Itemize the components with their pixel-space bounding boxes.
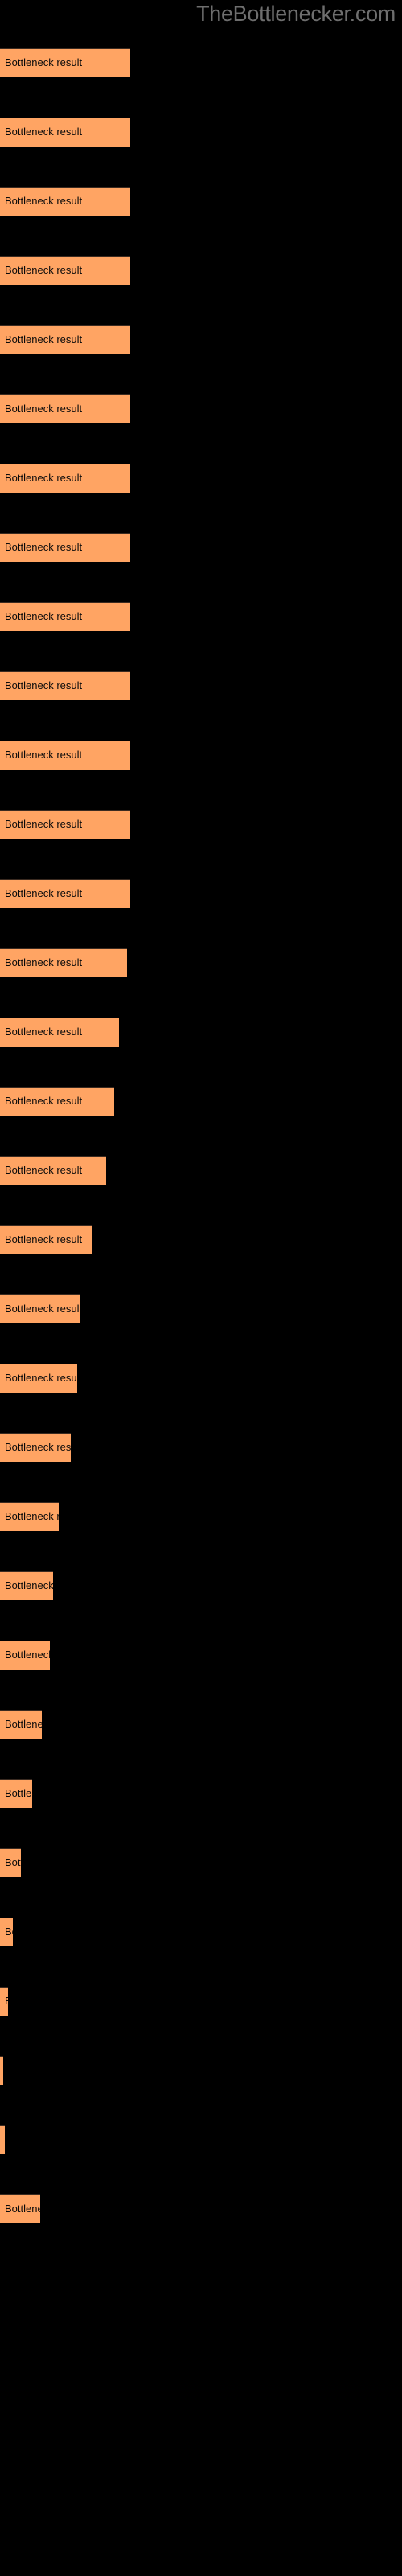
bar-label: Bottleneck result	[5, 1302, 80, 1315]
bar-row: Bottleneck result	[0, 1571, 53, 1600]
site-watermark: TheBottlenecker.com	[196, 2, 396, 26]
bar-row: Bottleneck result	[0, 1641, 50, 1670]
bar-label: Bottleneck result	[5, 56, 83, 68]
bar-row: Bottleneck result	[0, 1156, 106, 1185]
bar-row: Bottleneck result	[0, 810, 130, 839]
bar-row: Bottleneck result	[0, 1987, 8, 2016]
bar-row: Bottleneck result	[0, 533, 130, 562]
bar-row: Bottleneck result	[0, 1364, 77, 1393]
bar-row: Bottleneck result	[0, 1087, 114, 1116]
bar-label: Bottleneck result	[5, 2202, 40, 2215]
bar-label: Bottleneck result	[5, 264, 83, 276]
bar-row: Bottleneck result	[0, 464, 130, 493]
bar-label: Bottleneck result	[5, 1095, 83, 1107]
bar-label: Bottleneck result	[5, 1718, 42, 1730]
bar-row: Bottleneck result	[0, 118, 130, 147]
bar-label: Bottleneck result	[5, 541, 83, 553]
bar-label: Bottleneck result	[5, 887, 83, 899]
bar-row: Bottleneck result	[0, 1294, 80, 1323]
bar-label: Bottleneck result	[5, 1164, 83, 1176]
bar-label: Bottleneck result	[5, 1579, 53, 1591]
bar-label: Bottleneck result	[5, 1926, 13, 1938]
bar-label: Bottleneck result	[5, 749, 83, 761]
bar-row: Bottleneck result	[0, 741, 130, 770]
bar-label: Bottleneck result	[5, 818, 83, 830]
bar-label: Bottleneck result	[5, 333, 83, 345]
bar-label: Bottleneck result	[5, 1856, 21, 1868]
bar-label: Bottleneck result	[5, 1233, 83, 1245]
bar-label: Bottleneck result	[5, 1787, 32, 1799]
bar-label: Bottleneck result	[5, 1026, 83, 1038]
bar-row: Bottleneck result	[0, 879, 130, 908]
bar-row: Bottleneck result	[0, 1779, 32, 1808]
bar-row: Bottleneck result	[0, 1433, 71, 1462]
bar-label: Bottleneck result	[5, 126, 83, 138]
bar-row: Bottleneck result	[0, 2125, 5, 2154]
bar-label: Bottleneck result	[5, 610, 83, 622]
bar-row: Bottleneck result	[0, 671, 130, 700]
bar	[0, 2056, 3, 2085]
bar-label: Bottleneck result	[5, 1510, 59, 1522]
bar-row: Bottleneck result	[0, 48, 130, 77]
bar-label: Bottleneck result	[5, 1441, 71, 1453]
bottleneck-bar-chart: TheBottlenecker.com Bottleneck result Bot…	[0, 0, 402, 2576]
bar-row: Bottleneck result	[0, 256, 130, 285]
bar-row: Bottleneck result	[0, 1225, 92, 1254]
bar-row: Bottleneck result	[0, 602, 130, 631]
bar-label: Bottleneck result	[5, 1996, 8, 2007]
bar-label: Bottleneck result	[5, 402, 83, 415]
bar-label: Bottleneck result	[5, 195, 83, 207]
bar-row: Bottleneck result	[0, 2056, 3, 2085]
bar-row: Bottleneck result	[0, 948, 127, 977]
bar-label: Bottleneck result	[5, 1649, 50, 1661]
bar-label: Bottleneck result	[5, 472, 83, 484]
bar-label: Bottleneck result	[5, 1372, 77, 1384]
bar-row: Bottleneck result	[0, 394, 130, 423]
bar-label: Bottleneck result	[5, 956, 83, 968]
bar-row: Bottleneck result	[0, 1502, 59, 1531]
bar-row: Bottleneck result	[0, 2194, 40, 2223]
bar-label: Bottleneck result	[5, 679, 83, 691]
bar-row: Bottleneck result	[0, 1918, 13, 1946]
bar-row: Bottleneck result	[0, 1848, 21, 1877]
bar-row: Bottleneck result	[0, 187, 130, 216]
bar-row: Bottleneck result	[0, 325, 130, 354]
bar-row: Bottleneck result	[0, 1710, 42, 1739]
bar-row: Bottleneck result	[0, 1018, 119, 1046]
